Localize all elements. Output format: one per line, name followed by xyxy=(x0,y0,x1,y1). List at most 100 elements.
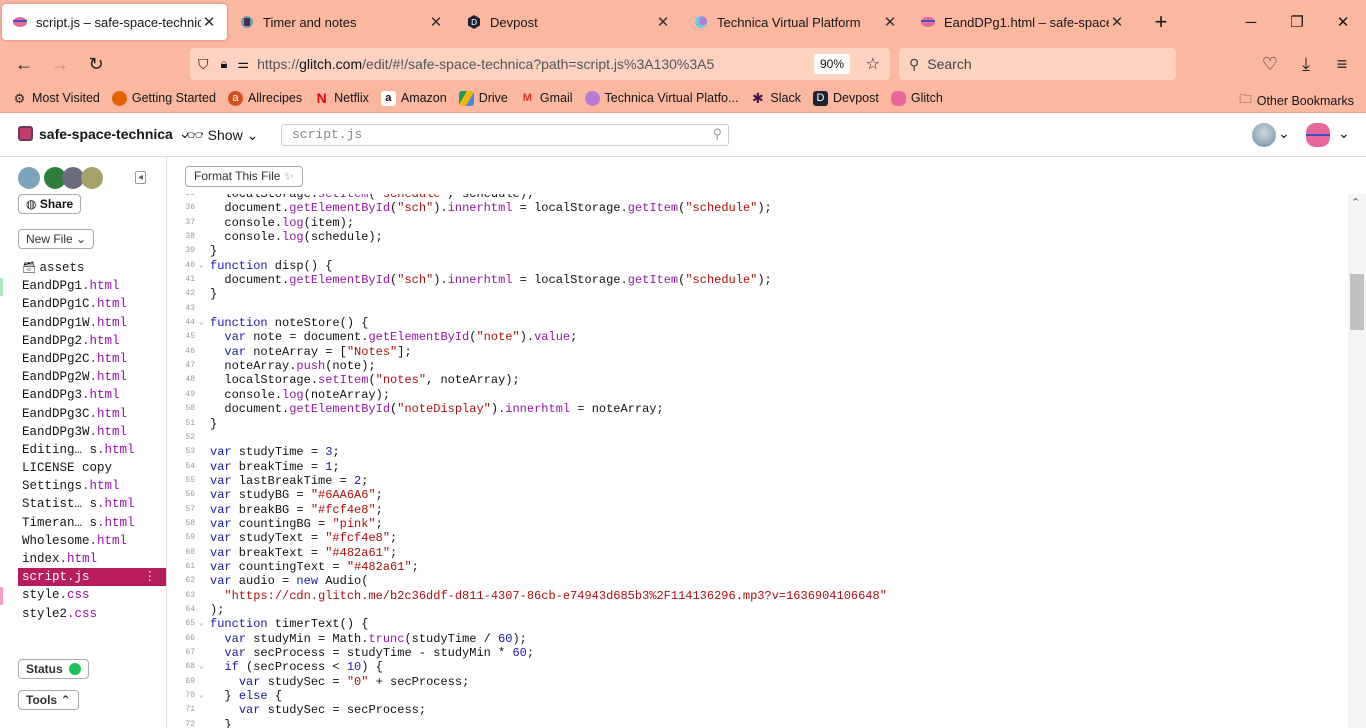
restore-button[interactable]: ❐ xyxy=(1274,0,1320,44)
chevron-down-icon[interactable]: ⌄ xyxy=(1278,125,1290,142)
code-line[interactable]: 43 xyxy=(167,302,1348,316)
code-line[interactable]: 48 localStorage.setItem("notes", noteArr… xyxy=(167,373,1348,387)
code-line[interactable]: 38 console.log(schedule); xyxy=(167,230,1348,244)
file-item[interactable]: EandDPg1.html xyxy=(18,277,166,295)
minimize-button[interactable]: ─ xyxy=(1228,0,1274,44)
code-line[interactable]: 39} xyxy=(167,244,1348,258)
back-button[interactable]: ← xyxy=(6,48,42,80)
bookmark-gmail[interactable]: M Gmail xyxy=(520,91,573,106)
bookmark-amazon[interactable]: a Amazon xyxy=(380,90,447,106)
file-item[interactable]: EandDPg2W.html xyxy=(18,368,166,386)
scrollbar-thumb[interactable] xyxy=(1350,274,1364,330)
scroll-up-icon[interactable]: ⌃ xyxy=(1351,196,1360,209)
file-item[interactable]: style2.css xyxy=(18,605,166,623)
bookmark-most-visited[interactable]: ⚙ Most Visited xyxy=(12,91,100,106)
tools-button[interactable]: Tools ⌃ xyxy=(18,690,79,710)
code-line[interactable]: 45 var note = document.getElementById("n… xyxy=(167,330,1348,344)
code-line[interactable]: 37 console.log(item); xyxy=(167,216,1348,230)
code-line[interactable]: 42} xyxy=(167,287,1348,301)
bookmark-glitch[interactable]: Glitch xyxy=(890,90,943,106)
other-bookmarks[interactable]: 🗀 Other Bookmarks xyxy=(1239,90,1354,111)
fold-chevron-icon[interactable]: ⌄ xyxy=(199,259,204,273)
code-line[interactable]: 62 var audio = new Audio( xyxy=(167,574,1348,588)
code-line[interactable]: 56 var studyBG = "#6AA6A6"; xyxy=(167,488,1348,502)
bookmark-star-icon[interactable]: ☆ xyxy=(866,54,880,74)
code-line[interactable]: 40 ⌄ function disp() { xyxy=(167,259,1348,273)
show-button[interactable]: 👓︎ Show ⌄ xyxy=(186,127,258,144)
file-item[interactable]: Editing… s.html xyxy=(18,441,166,459)
file-search-input[interactable]: script.js ⚲ xyxy=(281,124,729,146)
code-line[interactable]: 68 ⌄ if (secProcess < 10) { xyxy=(167,660,1348,674)
file-item[interactable]: EandDPg2.html xyxy=(18,332,166,350)
close-icon[interactable]: ✕ xyxy=(655,13,671,31)
file-item[interactable]: index.html xyxy=(18,550,166,568)
tab-script-js[interactable]: script.js – safe-space-technica ✕ xyxy=(2,4,227,40)
code-line[interactable]: 44 ⌄ function noteStore() { xyxy=(167,316,1348,330)
bookmark-allrecipes[interactable]: a Allrecipes xyxy=(227,90,302,106)
shield-icon[interactable]: ⛉ xyxy=(198,56,209,73)
code-line[interactable]: 57 var breakBG = "#fcf4e8"; xyxy=(167,503,1348,517)
file-item[interactable]: EandDPg1W.html xyxy=(18,314,166,332)
code-line[interactable]: 55 var lastBreakTime = 2; xyxy=(167,474,1348,488)
share-button[interactable]: ◍ Share xyxy=(18,194,82,214)
status-button[interactable]: Status xyxy=(18,659,90,679)
file-item[interactable]: script.js ⋮ xyxy=(18,568,166,587)
glitch-account-avatar[interactable] xyxy=(1306,123,1330,147)
code-line[interactable]: 46 var noteArray = ["Notes"]; xyxy=(167,345,1348,359)
file-item[interactable]: EandDPg1C.html xyxy=(18,295,166,313)
code-line[interactable]: 36 document.getElementById("sch").innerh… xyxy=(167,201,1348,215)
bookmark-technica[interactable]: Technica Virtual Platfo... xyxy=(584,90,738,106)
code-line[interactable]: 58 var countingBG = "pink"; xyxy=(167,517,1348,531)
bookmark-drive[interactable]: Drive xyxy=(458,90,508,106)
fold-chevron-icon[interactable]: ⌄ xyxy=(199,660,204,674)
tab-devpost[interactable]: D Devpost ✕ xyxy=(456,4,681,40)
code-line[interactable]: 49 console.log(noteArray); xyxy=(167,388,1348,402)
code-line[interactable]: 35 localStorage.setItem("schedule", sche… xyxy=(167,194,1348,201)
code-line[interactable]: 51} xyxy=(167,417,1348,431)
code-line[interactable]: 54 var breakTime = 1; xyxy=(167,460,1348,474)
code-line[interactable]: 72 } xyxy=(167,718,1348,728)
code-line[interactable]: 61 var countingText = "#482a61"; xyxy=(167,560,1348,574)
code-line[interactable]: 64); xyxy=(167,603,1348,617)
code-line[interactable]: 70 ⌄ } else { xyxy=(167,689,1348,703)
forward-button[interactable]: → xyxy=(42,48,78,80)
format-file-button[interactable]: Format This File ✨︎ xyxy=(185,166,303,187)
close-window-button[interactable]: ✕ xyxy=(1320,0,1366,44)
reload-button[interactable]: ↻ xyxy=(78,48,114,80)
url-bar[interactable]: ⛉ 🔒︎ ⚌ https://glitch.com/edit/#!/safe-s… xyxy=(190,48,890,80)
collaborator-avatar[interactable] xyxy=(18,167,40,189)
fold-chevron-icon[interactable]: ⌄ xyxy=(199,316,204,330)
file-item[interactable]: Settings.html xyxy=(18,477,166,495)
code-line[interactable]: 50 document.getElementById("noteDisplay"… xyxy=(167,402,1348,416)
code-line[interactable]: 59 var studyText = "#fcf4e8"; xyxy=(167,531,1348,545)
search-box[interactable]: ⚲ Search xyxy=(899,48,1176,80)
new-file-button[interactable]: New File ⌄ xyxy=(18,229,95,249)
fold-chevron-icon[interactable]: ⌄ xyxy=(199,617,204,631)
code-line[interactable]: 52 xyxy=(167,431,1348,445)
file-item[interactable]: EandDPg3.html xyxy=(18,386,166,404)
code-line[interactable]: 63 "https://cdn.glitch.me/b2c36ddf-d811-… xyxy=(167,589,1348,603)
code-line[interactable]: 41 document.getElementById("sch").innerh… xyxy=(167,273,1348,287)
code-line[interactable]: 69 var studySec = "0" + secProcess; xyxy=(167,675,1348,689)
tab-timer-notes[interactable]: Timer and notes ✕ xyxy=(229,4,454,40)
url-text[interactable]: https://glitch.com/edit/#!/safe-space-te… xyxy=(257,56,714,72)
bookmark-getting-started[interactable]: Getting Started xyxy=(111,90,216,106)
project-menu[interactable]: safe-space-technica ⌄ xyxy=(18,125,191,142)
user-avatar[interactable] xyxy=(1252,123,1276,147)
file-item[interactable]: EandDPg3C.html xyxy=(18,405,166,423)
chevron-down-icon[interactable]: ⌄ xyxy=(1338,125,1350,142)
bookmark-devpost[interactable]: D Devpost xyxy=(813,90,879,106)
fold-chevron-icon[interactable]: ⌄ xyxy=(199,689,204,703)
new-tab-button[interactable]: + xyxy=(1141,9,1181,35)
code-line[interactable]: 67 var secProcess = studyTime - studyMin… xyxy=(167,646,1348,660)
code-line[interactable]: 65 ⌄ function timerText() { xyxy=(167,617,1348,631)
close-icon[interactable]: ✕ xyxy=(428,13,444,31)
tab-technica[interactable]: Technica Virtual Platform ✕ xyxy=(683,4,908,40)
file-item[interactable]: Statist… s.html xyxy=(18,495,166,513)
folder-assets[interactable]: 🗃︎ assets xyxy=(18,259,166,277)
file-item[interactable]: EandDPg3W.html xyxy=(18,423,166,441)
file-item[interactable]: LICENSE copy xyxy=(18,459,166,477)
zoom-level[interactable]: 90% xyxy=(813,54,850,74)
code-line[interactable]: 71 var studySec = secProcess; xyxy=(167,703,1348,717)
close-icon[interactable]: ✕ xyxy=(882,13,898,31)
